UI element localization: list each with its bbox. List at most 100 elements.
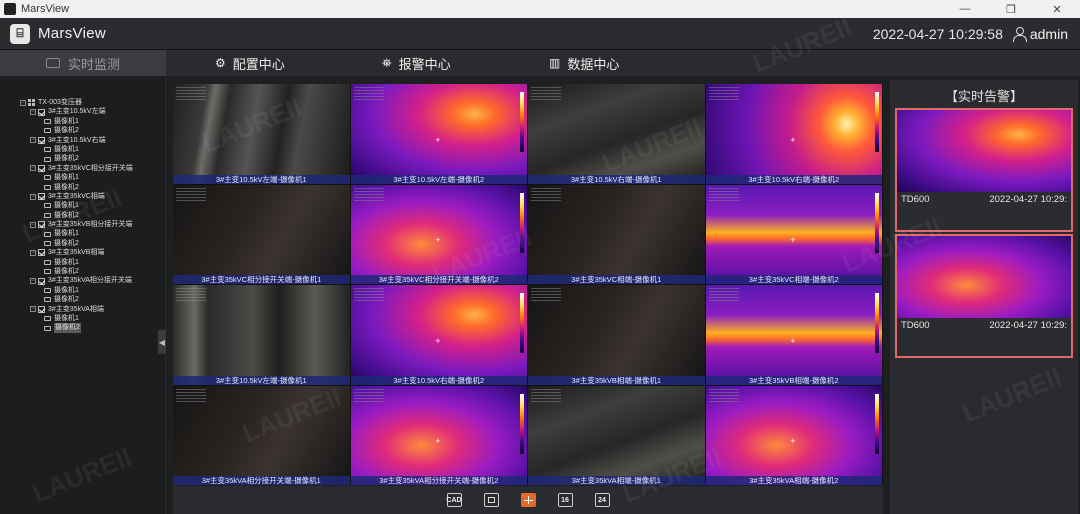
- osd-info-overlay: [708, 87, 739, 101]
- video-cell[interactable]: 3#主变35kVA相端-摄像机1: [528, 385, 705, 485]
- tree-camera-item[interactable]: 摄像机2: [20, 183, 133, 192]
- checkbox-icon[interactable]: [38, 193, 45, 201]
- video-cell[interactable]: 3#主变10.5kV左端-摄像机1: [173, 84, 350, 184]
- tree-camera-item[interactable]: 摄像机2: [20, 267, 133, 276]
- tree-root[interactable]: − TX-003变压器: [20, 98, 133, 107]
- checkbox-icon[interactable]: [38, 164, 45, 172]
- video-caption: 3#主变35kVA相分接开关端-摄像机2: [350, 476, 527, 485]
- video-cell[interactable]: 3#主变10.5kV右端-摄像机1: [528, 84, 705, 184]
- tree-camera-item[interactable]: 摄像机1: [20, 286, 133, 295]
- minimize-button[interactable]: —: [942, 3, 988, 16]
- tree-camera-item[interactable]: 摄像机2: [20, 295, 133, 304]
- video-cell[interactable]: +3#主变35kVA相端-摄像机2: [705, 385, 882, 485]
- camera-label: 摄像机2: [54, 296, 79, 304]
- video-cell[interactable]: +3#主变10.5kV右端-摄像机2: [350, 285, 527, 385]
- checkbox-icon[interactable]: [38, 108, 45, 116]
- crosshair-icon: +: [790, 235, 796, 246]
- maximize-button[interactable]: ❐: [988, 3, 1034, 16]
- video-cell[interactable]: 3#主变35kVC相端-摄像机1: [528, 184, 705, 284]
- video-cell[interactable]: +3#主变35kVC相端-摄像机2: [705, 184, 882, 284]
- camera-icon: [44, 288, 51, 293]
- tree-camera-item[interactable]: 摄像机2: [20, 154, 133, 163]
- temperature-scale-bar: [875, 293, 879, 353]
- expand-toggle-icon[interactable]: −: [30, 137, 36, 144]
- tree-group-label: 3#主变35kVA相分接开关端: [48, 277, 132, 285]
- tree-camera-item[interactable]: 摄像机1: [20, 229, 133, 238]
- tree-camera-item[interactable]: 摄像机1: [20, 258, 133, 267]
- camera-label: 摄像机2: [54, 239, 79, 247]
- user-icon[interactable]: [1012, 26, 1027, 42]
- tree-group[interactable]: − 3#主变35kVA相分接开关端: [20, 276, 133, 285]
- app-icon: [4, 3, 16, 15]
- layout-cad-button[interactable]: CAD: [446, 493, 462, 507]
- tab-label: 实时监测: [67, 56, 120, 72]
- realtime-alarm-panel: 【实时告警】 TD600 2022-04-27 10:29: TD600 2022-0…: [890, 80, 1078, 514]
- checkbox-icon[interactable]: [38, 305, 45, 313]
- video-cell[interactable]: 3#主变35kVA相分接开关端-摄像机1: [173, 385, 350, 485]
- tree-group[interactable]: − 3#主变10.5kV右端: [20, 136, 133, 145]
- tab-config-center[interactable]: ⚙ 配置中心: [215, 50, 285, 76]
- checkbox-icon[interactable]: [38, 136, 45, 144]
- tree-camera-item[interactable]: 摄像机2: [20, 126, 133, 135]
- camera-icon: [44, 184, 51, 190]
- expand-toggle-icon[interactable]: −: [30, 278, 36, 285]
- video-caption: 3#主变10.5kV左端-摄像机1: [173, 174, 350, 184]
- expand-toggle-icon[interactable]: −: [30, 249, 36, 256]
- close-button[interactable]: ✕: [1034, 3, 1080, 16]
- expand-toggle-icon[interactable]: −: [30, 193, 36, 200]
- temperature-scale-bar: [520, 393, 524, 454]
- camera-label: 摄像机2: [54, 323, 81, 333]
- alarm-card[interactable]: TD600 2022-04-27 10:29:: [895, 108, 1073, 232]
- video-caption: 3#主变35kVA相分接开关端-摄像机1: [173, 476, 350, 485]
- tree-camera-item[interactable]: 摄像机2: [20, 211, 133, 220]
- alarm-thermal-snapshot[interactable]: [897, 110, 1071, 192]
- tree-camera-item[interactable]: 摄像机1: [20, 145, 133, 154]
- camera-icon: [44, 297, 51, 303]
- camera-label: 摄像机2: [54, 155, 79, 163]
- alarm-thermal-snapshot[interactable]: [897, 236, 1071, 318]
- expand-toggle-icon[interactable]: −: [30, 306, 36, 313]
- tree-camera-item[interactable]: 摄像机1: [20, 117, 133, 126]
- username[interactable]: admin: [1030, 26, 1068, 42]
- tree-group[interactable]: − 3#主变35kVA相端: [20, 305, 133, 314]
- temperature-scale-bar: [875, 192, 879, 253]
- checkbox-icon[interactable]: [38, 277, 45, 285]
- tab-realtime-monitor[interactable]: 实时监测: [0, 50, 166, 76]
- video-cell[interactable]: +3#主变10.5kV左端-摄像机2: [350, 84, 527, 184]
- collapse-sidebar-button[interactable]: ◀: [158, 330, 166, 354]
- layout-1-button[interactable]: [483, 493, 499, 507]
- video-cell[interactable]: 3#主变35kVB相端-摄像机1: [528, 285, 705, 385]
- osd-info-overlay: [353, 187, 384, 202]
- tree-camera-item[interactable]: 摄像机1: [20, 173, 133, 182]
- expand-toggle-icon[interactable]: −: [30, 221, 36, 228]
- video-cell[interactable]: +3#主变35kVA相分接开关端-摄像机2: [350, 385, 527, 485]
- tree-camera-item[interactable]: 摄像机1: [20, 201, 133, 210]
- video-cell[interactable]: +3#主变35kVB相端-摄像机2: [705, 285, 882, 385]
- alarm-time: 2022-04-27 10:29:: [989, 320, 1067, 331]
- tree-camera-item[interactable]: 摄像机1: [20, 314, 133, 323]
- tree-group[interactable]: − 3#主变35kVC相分接开关端: [20, 164, 133, 173]
- expand-toggle-icon[interactable]: −: [20, 99, 26, 106]
- layout-16-button[interactable]: 16: [557, 493, 573, 507]
- tab-data-center[interactable]: ▥ 数据中心: [549, 50, 619, 76]
- tree-camera-item[interactable]: 摄像机2: [20, 323, 133, 333]
- tree-group[interactable]: − 3#主变35kVC相端: [20, 192, 133, 201]
- video-cell[interactable]: +3#主变10.5kV右端-摄像机2: [705, 84, 882, 184]
- tab-alarm-center[interactable]: ⛯ 报警中心: [382, 50, 451, 76]
- tree-group[interactable]: − 3#主变10.5kV左端: [20, 107, 133, 116]
- expand-toggle-icon[interactable]: −: [30, 165, 36, 172]
- quad-grid-icon: [523, 496, 533, 504]
- tree-group[interactable]: − 3#主变35kVB相分接开关端: [20, 220, 133, 229]
- checkbox-icon[interactable]: [38, 221, 45, 229]
- video-cell[interactable]: +3#主变35kVC相分接开关端-摄像机2: [350, 184, 527, 284]
- video-cell[interactable]: 3#主变35kVC相分接开关端-摄像机1: [173, 184, 350, 284]
- expand-toggle-icon[interactable]: −: [30, 109, 36, 116]
- video-cell[interactable]: 3#主变10.5kV左端-摄像机1: [173, 285, 350, 385]
- layout-24-button[interactable]: 24: [594, 493, 610, 507]
- tree-camera-item[interactable]: 摄像机2: [20, 239, 133, 248]
- crosshair-icon: +: [790, 436, 796, 447]
- alarm-card[interactable]: TD600 2022-04-27 10:29:: [895, 234, 1073, 358]
- layout-4-button[interactable]: [520, 493, 536, 507]
- tree-group[interactable]: − 3#主变35kVB相端: [20, 248, 133, 257]
- checkbox-icon[interactable]: [38, 249, 45, 257]
